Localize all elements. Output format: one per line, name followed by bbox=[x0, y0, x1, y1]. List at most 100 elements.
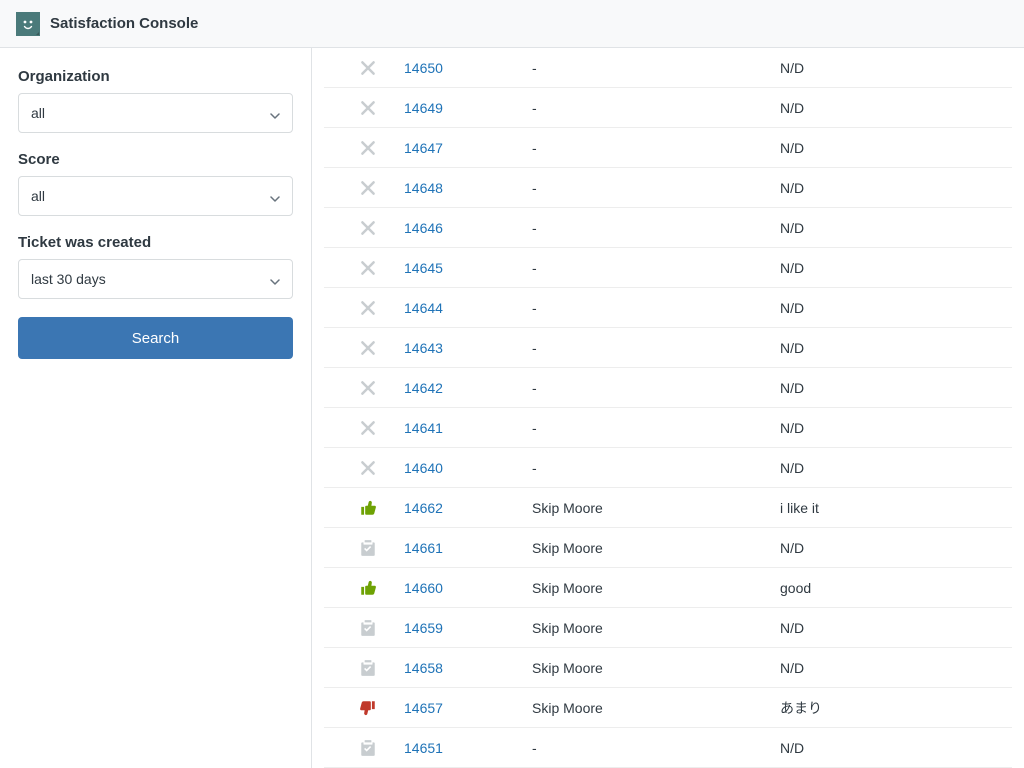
comment-cell: N/D bbox=[780, 660, 1004, 676]
ticket-link[interactable]: 14648 bbox=[404, 180, 443, 196]
ticket-link[interactable]: 14661 bbox=[404, 540, 443, 556]
comment-cell: good bbox=[780, 580, 1004, 596]
comment-cell: N/D bbox=[780, 620, 1004, 636]
requester-cell: Skip Moore bbox=[532, 500, 780, 516]
ticket-link[interactable]: 14657 bbox=[404, 700, 443, 716]
table-row: 14640 -N/D bbox=[324, 448, 1012, 488]
unrated-cross-icon bbox=[332, 139, 404, 157]
search-button[interactable]: Search bbox=[18, 317, 293, 359]
score-select[interactable]: all bbox=[18, 176, 293, 216]
table-row: 14661 Skip MooreN/D bbox=[324, 528, 1012, 568]
comment-cell: N/D bbox=[780, 100, 1004, 116]
ticket-link[interactable]: 14649 bbox=[404, 100, 443, 116]
results-table: 14650-N/D14649-N/D14647-N/D14648-N/D1464… bbox=[312, 48, 1024, 768]
score-value: all bbox=[31, 188, 45, 204]
requester-cell: - bbox=[532, 140, 780, 156]
app-logo-icon bbox=[16, 12, 40, 36]
created-value: last 30 days bbox=[31, 271, 106, 287]
unrated-cross-icon bbox=[332, 339, 404, 357]
clipboard-check-icon bbox=[332, 739, 404, 757]
table-row: 14641 -N/D bbox=[324, 408, 1012, 448]
comment-cell: N/D bbox=[780, 380, 1004, 396]
thumbs-up-icon bbox=[332, 499, 404, 517]
comment-cell: N/D bbox=[780, 140, 1004, 156]
ticket-link[interactable]: 14660 bbox=[404, 580, 443, 596]
ticket-link[interactable]: 14651 bbox=[404, 740, 443, 756]
requester-cell: - bbox=[532, 380, 780, 396]
comment-cell: N/D bbox=[780, 540, 1004, 556]
chevron-down-icon bbox=[270, 191, 280, 201]
ticket-link[interactable]: 14647 bbox=[404, 140, 443, 156]
table-row: 14659 Skip MooreN/D bbox=[324, 608, 1012, 648]
app-header: Satisfaction Console bbox=[0, 0, 1024, 48]
unrated-cross-icon bbox=[332, 459, 404, 477]
requester-cell: - bbox=[532, 340, 780, 356]
requester-cell: - bbox=[532, 220, 780, 236]
unrated-cross-icon bbox=[332, 219, 404, 237]
organization-select[interactable]: all bbox=[18, 93, 293, 133]
ticket-link[interactable]: 14644 bbox=[404, 300, 443, 316]
requester-cell: Skip Moore bbox=[532, 660, 780, 676]
requester-cell: - bbox=[532, 100, 780, 116]
unrated-cross-icon bbox=[332, 419, 404, 437]
requester-cell: - bbox=[532, 740, 780, 756]
requester-cell: - bbox=[532, 180, 780, 196]
requester-cell: Skip Moore bbox=[532, 580, 780, 596]
thumbs-up-icon bbox=[332, 579, 404, 597]
clipboard-check-icon bbox=[332, 539, 404, 557]
table-row: 14649 -N/D bbox=[324, 88, 1012, 128]
comment-cell: N/D bbox=[780, 260, 1004, 276]
app-title: Satisfaction Console bbox=[50, 15, 198, 32]
ticket-link[interactable]: 14650 bbox=[404, 60, 443, 76]
clipboard-check-icon bbox=[332, 659, 404, 677]
table-row: 14657Skip Mooreあまり bbox=[324, 688, 1012, 728]
ticket-link[interactable]: 14646 bbox=[404, 220, 443, 236]
ticket-link[interactable]: 14659 bbox=[404, 620, 443, 636]
table-row: 14662 Skip Moorei like it bbox=[324, 488, 1012, 528]
requester-cell: Skip Moore bbox=[532, 540, 780, 556]
comment-cell: N/D bbox=[780, 420, 1004, 436]
unrated-cross-icon bbox=[332, 59, 404, 77]
table-row: 14645 -N/D bbox=[324, 248, 1012, 288]
created-label: Ticket was created bbox=[18, 234, 293, 251]
ticket-link[interactable]: 14642 bbox=[404, 380, 443, 396]
requester-cell: Skip Moore bbox=[532, 620, 780, 636]
comment-cell: N/D bbox=[780, 460, 1004, 476]
table-row: 14650 -N/D bbox=[324, 48, 1012, 88]
comment-cell: N/D bbox=[780, 220, 1004, 236]
comment-cell: N/D bbox=[780, 340, 1004, 356]
ticket-link[interactable]: 14645 bbox=[404, 260, 443, 276]
ticket-link[interactable]: 14643 bbox=[404, 340, 443, 356]
comment-cell: N/D bbox=[780, 180, 1004, 196]
requester-cell: - bbox=[532, 460, 780, 476]
organization-label: Organization bbox=[18, 68, 293, 85]
table-row: 14643 -N/D bbox=[324, 328, 1012, 368]
table-row: 14658 Skip MooreN/D bbox=[324, 648, 1012, 688]
ticket-link[interactable]: 14662 bbox=[404, 500, 443, 516]
table-row: 14647 -N/D bbox=[324, 128, 1012, 168]
requester-cell: - bbox=[532, 260, 780, 276]
table-row: 14648 -N/D bbox=[324, 168, 1012, 208]
unrated-cross-icon bbox=[332, 379, 404, 397]
clipboard-check-icon bbox=[332, 619, 404, 637]
comment-cell: N/D bbox=[780, 740, 1004, 756]
requester-cell: - bbox=[532, 60, 780, 76]
filter-sidebar: Organization all Score all Ticket was cr… bbox=[0, 48, 312, 768]
unrated-cross-icon bbox=[332, 299, 404, 317]
ticket-link[interactable]: 14641 bbox=[404, 420, 443, 436]
comment-cell: N/D bbox=[780, 300, 1004, 316]
comment-cell: i like it bbox=[780, 500, 1004, 516]
requester-cell: - bbox=[532, 420, 780, 436]
table-row: 14644-N/D bbox=[324, 288, 1012, 328]
ticket-link[interactable]: 14658 bbox=[404, 660, 443, 676]
chevron-down-icon bbox=[270, 108, 280, 118]
requester-cell: Skip Moore bbox=[532, 700, 780, 716]
unrated-cross-icon bbox=[332, 259, 404, 277]
score-label: Score bbox=[18, 151, 293, 168]
comment-cell: N/D bbox=[780, 60, 1004, 76]
ticket-link[interactable]: 14640 bbox=[404, 460, 443, 476]
chevron-down-icon bbox=[270, 274, 280, 284]
unrated-cross-icon bbox=[332, 179, 404, 197]
created-select[interactable]: last 30 days bbox=[18, 259, 293, 299]
table-row: 14642 -N/D bbox=[324, 368, 1012, 408]
